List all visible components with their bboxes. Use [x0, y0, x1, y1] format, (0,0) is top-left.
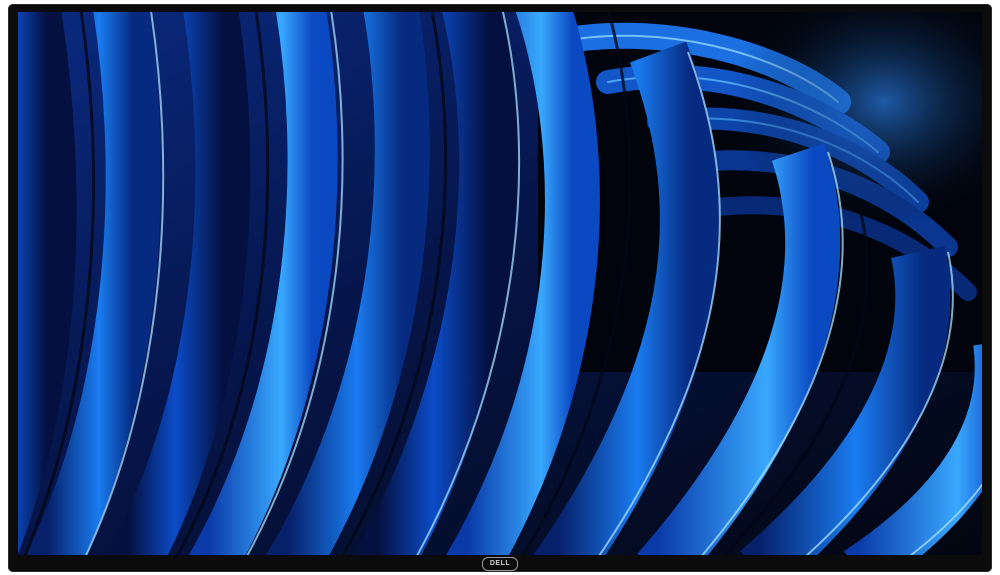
monitor-bottom-bezel: DELL — [8, 555, 992, 572]
monitor-screen — [18, 12, 982, 555]
dell-logo: DELL — [482, 556, 518, 571]
monitor: DELL — [8, 4, 992, 572]
wallpaper-image — [18, 12, 982, 555]
